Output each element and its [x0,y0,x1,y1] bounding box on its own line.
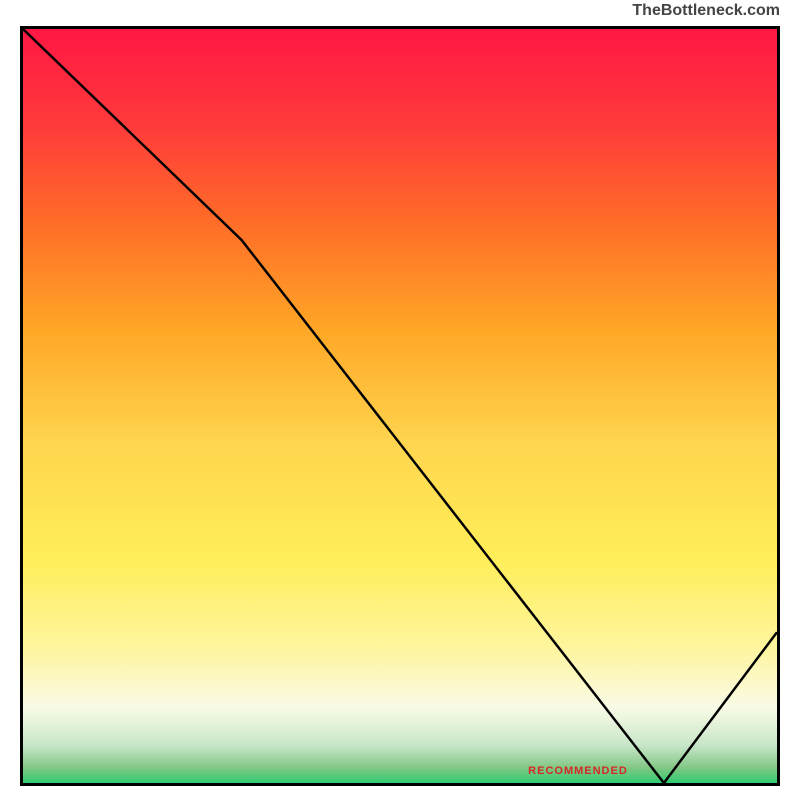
chart-container: RECOMMENDED [20,26,780,786]
recommended-label: RECOMMENDED [528,765,628,777]
chart-curve [23,29,777,783]
source-attribution: TheBottleneck.com [632,2,780,20]
